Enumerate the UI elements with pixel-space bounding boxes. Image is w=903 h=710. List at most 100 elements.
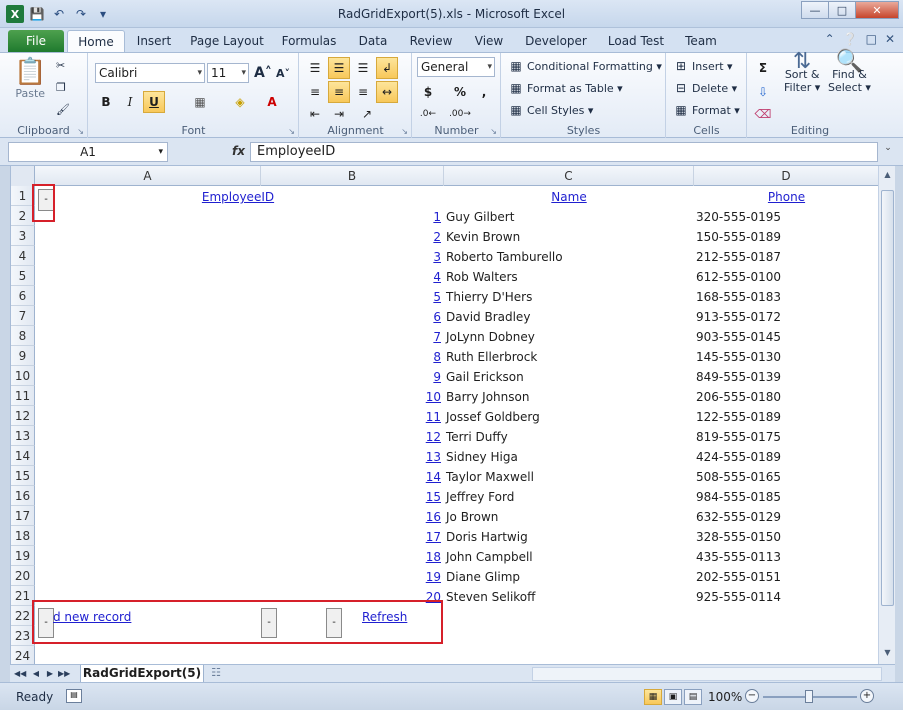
row-header[interactable]: 15 (11, 466, 35, 486)
close-button[interactable]: ✕ (855, 1, 899, 19)
row-header[interactable]: 18 (11, 526, 35, 546)
tab-review[interactable]: Review (408, 30, 454, 52)
record-id-link[interactable]: 16 (411, 507, 441, 527)
align-top-icon[interactable]: ☰ (304, 57, 326, 79)
alignment-launcher-icon[interactable]: ↘ (401, 127, 408, 136)
column-header-c[interactable]: C (444, 166, 694, 186)
sort-filter-button[interactable]: ⇅ Sort & Filter ▾ (784, 51, 820, 95)
decrease-decimal-icon[interactable]: .00→ (449, 103, 471, 125)
delete-cells-button[interactable]: ⊟ Delete ▾ (673, 80, 737, 96)
row-header[interactable]: 20 (11, 566, 35, 586)
record-id-link[interactable]: 11 (411, 407, 441, 427)
row-header[interactable]: 11 (11, 386, 35, 406)
row-header[interactable]: 13 (11, 426, 35, 446)
record-id-link[interactable]: 2 (411, 227, 441, 247)
tab-home[interactable]: Home (67, 30, 125, 52)
header-name-link[interactable]: Name (444, 187, 694, 207)
tab-team[interactable]: Team (682, 30, 720, 52)
sheet-tab-active[interactable]: RadGridExport(5) (80, 665, 204, 683)
format-painter-icon[interactable]: 🖌 (56, 103, 70, 116)
zoom-knob[interactable] (805, 690, 813, 703)
conditional-formatting-button[interactable]: ▦ Conditional Formatting ▾ (508, 58, 662, 74)
find-select-button[interactable]: 🔍 Find & Select ▾ (828, 51, 871, 95)
minimize-ribbon-icon[interactable]: ⌃ (825, 32, 835, 46)
record-id-link[interactable]: 12 (411, 427, 441, 447)
increase-decimal-icon[interactable]: .0← (417, 103, 439, 125)
name-box[interactable]: A1 ▾ (8, 142, 168, 162)
paste-button[interactable]: 📋 Paste (14, 57, 46, 100)
fill-icon[interactable]: ⇩ (752, 81, 774, 103)
zoom-in-icon[interactable]: + (860, 689, 874, 703)
scroll-down-icon[interactable]: ▼ (881, 646, 894, 660)
cell-styles-button[interactable]: ▦ Cell Styles ▾ (508, 102, 593, 118)
record-id-link[interactable]: 1 (411, 207, 441, 227)
underline-button[interactable]: U (143, 91, 165, 113)
tab-view[interactable]: View (470, 30, 508, 52)
tab-insert[interactable]: Insert (134, 30, 174, 52)
comma-button[interactable]: , (473, 81, 495, 103)
format-cells-button[interactable]: ▦ Format ▾ (673, 102, 739, 118)
tab-file[interactable]: File (8, 30, 64, 52)
next-sheet-icon[interactable]: ▶ (44, 667, 56, 681)
fill-color-icon[interactable]: ◈ (229, 91, 251, 113)
align-left-icon[interactable]: ≡ (304, 81, 326, 103)
tab-formulas[interactable]: Formulas (280, 30, 338, 52)
column-header-a[interactable]: A (35, 166, 261, 186)
minimize-button[interactable]: — (801, 1, 829, 19)
record-id-link[interactable]: 4 (411, 267, 441, 287)
record-id-link[interactable]: 13 (411, 447, 441, 467)
font-launcher-icon[interactable]: ↘ (288, 127, 295, 136)
number-format-box[interactable]: General ▾ (417, 57, 495, 77)
clear-icon[interactable]: ⌫ (752, 103, 774, 125)
row-header[interactable]: 4 (11, 246, 35, 266)
row-header[interactable]: 10 (11, 366, 35, 386)
page-layout-view-icon[interactable]: ▣ (664, 689, 682, 705)
tab-load-test[interactable]: Load Test (604, 30, 668, 52)
align-center-icon[interactable]: ≡ (328, 81, 350, 103)
format-as-table-button[interactable]: ▦ Format as Table ▾ (508, 80, 622, 96)
bold-button[interactable]: B (95, 91, 117, 113)
record-id-link[interactable]: 9 (411, 367, 441, 387)
row-header[interactable]: 24 (11, 646, 35, 664)
prev-sheet-icon[interactable]: ◀ (30, 667, 42, 681)
record-id-link[interactable]: 14 (411, 467, 441, 487)
row-header[interactable]: 6 (11, 286, 35, 306)
row-header[interactable]: 3 (11, 226, 35, 246)
macro-record-icon[interactable]: ▤ (66, 689, 82, 703)
select-all-corner[interactable] (11, 166, 35, 186)
row-header[interactable]: 12 (11, 406, 35, 426)
expand-formula-bar-icon[interactable]: ⌄ (881, 143, 895, 161)
tab-developer[interactable]: Developer (524, 30, 588, 52)
grow-font-icon[interactable]: A˄ (254, 65, 272, 81)
tab-data[interactable]: Data (354, 30, 392, 52)
scroll-up-icon[interactable]: ▲ (881, 168, 894, 182)
clipboard-launcher-icon[interactable]: ↘ (77, 127, 84, 136)
number-launcher-icon[interactable]: ↘ (490, 127, 497, 136)
row-header[interactable]: 7 (11, 306, 35, 326)
insert-sheet-icon[interactable]: ☷ (206, 666, 226, 681)
decrease-indent-icon[interactable]: ⇤ (304, 103, 326, 125)
shrink-font-icon[interactable]: A˅ (276, 67, 290, 80)
merge-center-icon[interactable]: ↔ (376, 81, 398, 103)
insert-function-icon[interactable]: fx (232, 144, 245, 158)
font-size-box[interactable]: 11 ▾ (207, 63, 249, 83)
record-id-link[interactable]: 7 (411, 327, 441, 347)
record-id-link[interactable]: 19 (411, 567, 441, 587)
autosum-icon[interactable]: Σ (752, 57, 774, 79)
page-break-view-icon[interactable]: ▤ (684, 689, 702, 705)
increase-indent-icon[interactable]: ⇥ (328, 103, 350, 125)
header-employeeid-link[interactable]: EmployeeID (133, 187, 343, 207)
record-id-link[interactable]: 15 (411, 487, 441, 507)
record-id-link[interactable]: 3 (411, 247, 441, 267)
zoom-level[interactable]: 100% (708, 690, 742, 704)
formula-input[interactable]: EmployeeID (250, 142, 878, 162)
row-header[interactable]: 19 (11, 546, 35, 566)
horizontal-scrollbar[interactable] (532, 667, 882, 681)
wrap-text-icon[interactable]: ↲ (376, 57, 398, 79)
column-header-d[interactable]: D (694, 166, 878, 186)
align-bottom-icon[interactable]: ☰ (352, 57, 374, 79)
worksheet-grid[interactable]: A B C D 1 2 3 4 5 6 7 8 9 10 11 12 13 14 15 16 17 18 19 20 2… (10, 166, 878, 664)
normal-view-icon[interactable]: ▦ (644, 689, 662, 705)
vertical-scrollbar[interactable]: ▲ ▼ (878, 166, 895, 664)
zoom-out-icon[interactable]: − (745, 689, 759, 703)
